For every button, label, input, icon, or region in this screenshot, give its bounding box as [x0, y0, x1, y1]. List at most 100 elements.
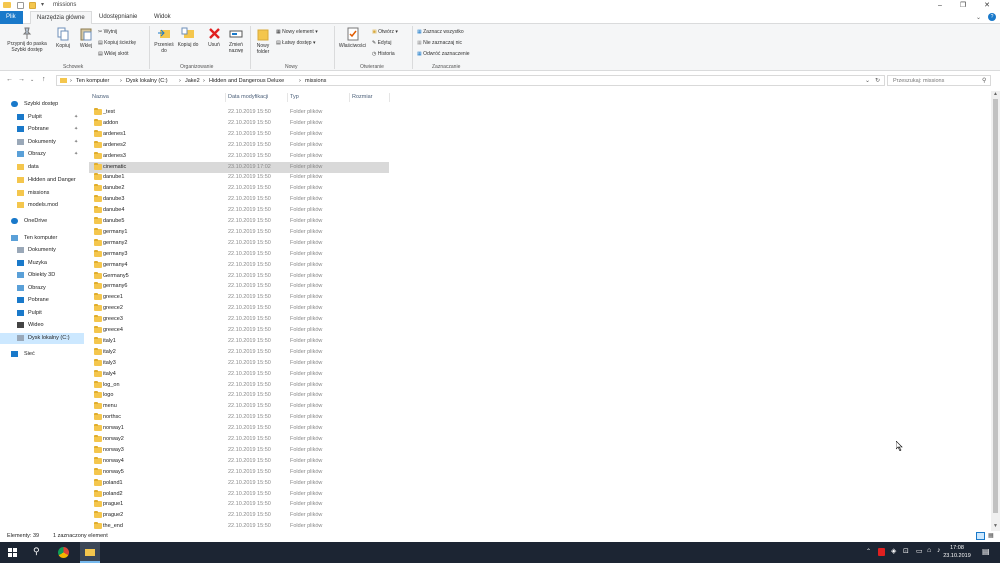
file-row[interactable]: cinematic 23.10.2019 17:02 Folder plików	[89, 161, 389, 173]
sidebar-item[interactable]: Muzyka	[0, 258, 84, 269]
new-folder-quick-icon[interactable]	[29, 2, 36, 9]
column-divider[interactable]	[225, 93, 226, 102]
breadcrumb-item[interactable]: Hidden and Dangerous Deluxe	[209, 78, 284, 84]
paste-shortcut-button[interactable]: ▤ Wklej skrót	[98, 51, 129, 57]
vertical-scrollbar[interactable]: ▲ ▼	[991, 91, 1000, 531]
display-icon[interactable]: ▭	[916, 547, 923, 555]
address-dropdown-icon[interactable]: ⌄	[865, 77, 870, 84]
file-row[interactable]: log_on 22.10.2019 15:50 Folder plików	[89, 380, 389, 391]
copy-to-button[interactable]: Kopiuj do	[176, 27, 200, 48]
breadcrumb-item[interactable]: Jake2	[185, 78, 200, 84]
file-row[interactable]: prague1 22.10.2019 15:50 Folder plików	[89, 499, 389, 510]
sidebar-item[interactable]: Wideo	[0, 320, 84, 331]
back-icon[interactable]: ←	[6, 76, 13, 83]
search-taskbar-icon[interactable]: ⚲	[33, 546, 40, 557]
file-row[interactable]: italy1 22.10.2019 15:50 Folder plików	[89, 336, 389, 347]
sidebar-item[interactable]: Obrazy	[0, 283, 84, 294]
breadcrumb-item[interactable]: Dysk lokalny (C:)	[126, 78, 168, 84]
sidebar-item[interactable]: data	[0, 162, 84, 173]
file-row[interactable]: germany4 22.10.2019 15:50 Folder plików	[89, 260, 389, 271]
sidebar-item[interactable]: Hidden and Danger	[0, 175, 84, 186]
sidebar-item[interactable]: Dysk lokalny (C:)	[0, 333, 84, 344]
tab-share[interactable]: Udostępnianie	[93, 11, 143, 24]
ribbon-collapse-icon[interactable]: ⌄	[976, 14, 981, 21]
file-row[interactable]: greece2 22.10.2019 15:50 Folder plików	[89, 303, 389, 314]
sidebar-item[interactable]: Ten komputer	[0, 233, 84, 244]
minimize-button[interactable]: –	[930, 0, 950, 11]
open-button[interactable]: ▣ Otwórz ▾	[372, 29, 398, 35]
move-to-button[interactable]: Przenieś do	[152, 27, 176, 54]
tray-app-icon[interactable]	[878, 548, 885, 556]
quick-access-dropdown-icon[interactable]: ▾	[41, 1, 44, 8]
details-view-icon[interactable]	[976, 532, 985, 540]
file-row[interactable]: italy3 22.10.2019 15:50 Folder plików	[89, 358, 389, 369]
invert-selection-button[interactable]: ▦ Odwróć zaznaczenie	[417, 51, 470, 57]
file-row[interactable]: menu 22.10.2019 15:50 Folder plików	[89, 401, 389, 412]
sidebar-item[interactable]: Dokumenty	[0, 245, 84, 256]
windows-start-icon[interactable]	[8, 548, 17, 557]
column-divider[interactable]	[287, 93, 288, 102]
file-row[interactable]: danube5 22.10.2019 15:50 Folder plików	[89, 216, 389, 227]
file-row[interactable]: ardenes3 22.10.2019 15:50 Folder plików	[89, 151, 389, 162]
select-all-button[interactable]: ▦ Zaznacz wszystko	[417, 29, 464, 35]
file-row[interactable]: ardenes1 22.10.2019 15:50 Folder plików	[89, 129, 389, 140]
large-icons-view-icon[interactable]: ▦	[988, 532, 994, 539]
sidebar-item[interactable]: Pulpit ✦	[0, 112, 84, 123]
file-row[interactable]: danube4 22.10.2019 15:50 Folder plików	[89, 205, 389, 216]
file-row[interactable]: norway5 22.10.2019 15:50 Folder plików	[89, 467, 389, 478]
column-divider[interactable]	[389, 93, 390, 102]
forward-icon[interactable]: →	[18, 76, 25, 83]
pin-quick-access-button[interactable]: Przypnij do paska Szybki dostęp	[2, 27, 52, 53]
file-row[interactable]: _test 22.10.2019 15:50 Folder plików	[89, 107, 389, 118]
scroll-up-icon[interactable]: ▲	[993, 91, 998, 97]
properties-quick-icon[interactable]	[17, 2, 24, 9]
sidebar-item[interactable]: missions	[0, 188, 84, 199]
select-none-button[interactable]: ▦ Nie zaznaczaj nic	[417, 40, 462, 46]
maximize-button[interactable]: ❐	[953, 0, 973, 11]
file-row[interactable]: germany1 22.10.2019 15:50 Folder plików	[89, 227, 389, 238]
file-row[interactable]: germany2 22.10.2019 15:50 Folder plików	[89, 238, 389, 249]
pin-icon[interactable]: ✦	[74, 151, 78, 157]
search-icon[interactable]: ⚲	[982, 77, 986, 84]
file-row[interactable]: danube1 22.10.2019 15:50 Folder plików	[89, 172, 389, 183]
tray-icon[interactable]: ⊡	[903, 547, 909, 555]
network-tray-icon[interactable]: ⌂	[927, 547, 931, 554]
up-icon[interactable]: ↑	[42, 76, 46, 83]
address-bar[interactable]: › Ten komputer › Dysk lokalny (C:) › Jak…	[56, 75, 885, 86]
sidebar-item[interactable]: Pobrane ✦	[0, 124, 84, 135]
file-row[interactable]: poland1 22.10.2019 15:50 Folder plików	[89, 478, 389, 489]
edit-button[interactable]: ✎ Edytuj	[372, 40, 392, 46]
column-header-size[interactable]: Rozmiar	[352, 94, 372, 100]
rename-button[interactable]: Zmień nazwę	[225, 27, 247, 54]
file-row[interactable]: danube3 22.10.2019 15:50 Folder plików	[89, 194, 389, 205]
pin-icon[interactable]: ✦	[74, 126, 78, 132]
new-item-button[interactable]: ▦ Nowy element ▾	[276, 29, 318, 35]
file-row[interactable]: germany6 22.10.2019 15:50 Folder plików	[89, 281, 389, 292]
breadcrumb-item[interactable]: Ten komputer	[76, 78, 109, 84]
file-row[interactable]: germany3 22.10.2019 15:50 Folder plików	[89, 249, 389, 260]
easy-access-button[interactable]: ▤ Łatwy dostęp ▾	[276, 40, 316, 46]
tray-chevron-icon[interactable]: ⌃	[866, 548, 871, 555]
file-row[interactable]: greece1 22.10.2019 15:50 Folder plików	[89, 292, 389, 303]
file-row[interactable]: italy4 22.10.2019 15:50 Folder plików	[89, 369, 389, 380]
file-row[interactable]: Germany5 22.10.2019 15:50 Folder plików	[89, 271, 389, 282]
pin-icon[interactable]: ✦	[74, 139, 78, 145]
file-row[interactable]: prague2 22.10.2019 15:50 Folder plików	[89, 510, 389, 521]
cut-button[interactable]: ✂ Wytnij	[98, 29, 117, 35]
file-row[interactable]: norway2 22.10.2019 15:50 Folder plików	[89, 434, 389, 445]
column-header-name[interactable]: Nazwa	[92, 94, 109, 100]
file-row[interactable]: greece4 22.10.2019 15:50 Folder plików	[89, 325, 389, 336]
sidebar-item[interactable]: Pulpit	[0, 308, 84, 319]
recent-locations-icon[interactable]: ⌄	[30, 77, 34, 83]
sidebar-item[interactable]: models.mod	[0, 200, 84, 211]
tab-view[interactable]: Widok	[148, 11, 177, 24]
file-row[interactable]: ardenes2 22.10.2019 15:50 Folder plików	[89, 140, 389, 151]
properties-button[interactable]: Właściwości	[336, 27, 369, 49]
file-row[interactable]: norway1 22.10.2019 15:50 Folder plików	[89, 423, 389, 434]
file-row[interactable]: northsc 22.10.2019 15:50 Folder plików	[89, 412, 389, 423]
search-input[interactable]	[893, 77, 978, 85]
search-box[interactable]: ⚲	[887, 75, 991, 86]
breadcrumb-item[interactable]: missions	[305, 78, 326, 84]
tab-home[interactable]: Narzędzia główne	[30, 11, 92, 24]
sidebar-item[interactable]: OneDrive	[0, 216, 84, 227]
